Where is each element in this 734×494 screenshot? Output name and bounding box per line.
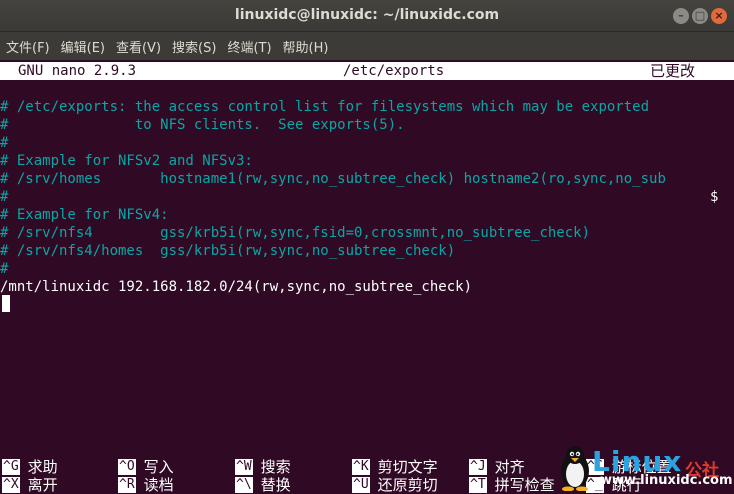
file-line: # (0, 189, 9, 205)
file-line: # /srv/nfs4 gss/krb5i(rw,sync,fsid=0,cro… (0, 225, 591, 241)
shortcut-help[interactable]: ^G 求助 (2, 458, 58, 476)
overflow-marker-row: $ (0, 170, 734, 205)
shortcut-label: 对齐 (494, 458, 525, 476)
watermark-url: www.linuxidc.com (600, 473, 733, 488)
menu-terminal[interactable]: 终端(T) (227, 37, 271, 56)
shortcut-read[interactable]: ^R 读档 (118, 476, 174, 494)
shortcut-label: 写入 (143, 458, 174, 476)
shortcut-key: ^J (469, 459, 487, 475)
file-line: # Example for NFSv4: (0, 207, 169, 223)
menu-help[interactable]: 帮助(H) (283, 37, 329, 56)
maximize-icon[interactable]: □ (692, 8, 708, 24)
file-line: # /srv/nfs4/homes gss/krb5i(rw,sync,no_s… (0, 243, 456, 259)
shortcut-key: ^\ (235, 477, 253, 493)
menu-view[interactable]: 查看(V) (116, 37, 161, 56)
file-line: # /etc/exports: the access control list … (0, 99, 650, 115)
file-line: /mnt/linuxidc 192.168.182.0/24(rw,sync,n… (0, 279, 473, 295)
menu-file[interactable]: 文件(F) (6, 37, 50, 56)
nano-filename: /etc/exports (343, 63, 445, 79)
nano-header: GNU nano 2.9.3 /etc/exports 已更改 (0, 62, 734, 80)
file-line: # Example for NFSv2 and NFSv3: (0, 153, 253, 169)
shortcut-label: 替换 (260, 476, 291, 494)
menu-search[interactable]: 搜索(S) (172, 37, 216, 56)
close-icon[interactable]: × (711, 8, 727, 24)
shortcut-cut[interactable]: ^K 剪切文字 (352, 458, 438, 476)
shortcut-label: 拼写检查 (494, 476, 555, 494)
nano-version: GNU nano 2.9.3 (18, 63, 137, 79)
shortcut-key: ^W (235, 459, 253, 475)
text-cursor (2, 295, 10, 312)
shortcut-key: ^T (469, 477, 487, 493)
shortcut-label: 读档 (143, 476, 174, 494)
shortcut-key: ^X (2, 477, 20, 493)
shortcut-label: 搜索 (260, 458, 291, 476)
file-line: # (0, 135, 9, 151)
shortcut-label: 剪切文字 (377, 458, 438, 476)
window-title: linuxidc@linuxidc: ~/linuxidc.com (234, 7, 500, 23)
minimize-icon[interactable]: – (673, 8, 689, 24)
shortcut-uncut[interactable]: ^U 还原剪切 (352, 476, 438, 494)
shortcut-replace[interactable]: ^\ 替换 (235, 476, 291, 494)
shortcut-write[interactable]: ^O 写入 (118, 458, 174, 476)
shortcut-label: 离开 (27, 476, 58, 494)
penguin-icon (561, 446, 589, 491)
menu-bar: 文件(F) 编辑(E) 查看(V) 搜索(S) 终端(T) 帮助(H) (0, 32, 734, 60)
shortcut-justify[interactable]: ^J 对齐 (469, 458, 525, 476)
file-line: # to NFS clients. See exports(5). (0, 117, 405, 133)
file-line: # (0, 261, 9, 277)
shortcut-key: ^K (352, 459, 370, 475)
shortcut-key: ^O (118, 459, 136, 475)
line-overflow-marker: $ (710, 189, 719, 205)
shortcut-spell[interactable]: ^T 拼写检查 (469, 476, 555, 494)
nano-modified-status: 已更改 (650, 62, 696, 80)
shortcut-search[interactable]: ^W 搜索 (235, 458, 291, 476)
watermark-logo: Linux 公社 www.linuxidc.com (558, 443, 734, 494)
menu-edit[interactable]: 编辑(E) (61, 37, 105, 56)
window-titlebar[interactable]: linuxidc@linuxidc: ~/linuxidc.com – □ × (0, 0, 734, 32)
shortcut-exit[interactable]: ^X 离开 (2, 476, 58, 494)
shortcut-label: 还原剪切 (377, 476, 438, 494)
shortcut-key: ^G (2, 459, 20, 475)
shortcut-label: 求助 (27, 458, 58, 476)
terminal-area[interactable]: GNU nano 2.9.3 /etc/exports 已更改 # /etc/e… (0, 60, 734, 494)
shortcut-key: ^R (118, 477, 136, 493)
shortcut-key: ^U (352, 477, 370, 493)
